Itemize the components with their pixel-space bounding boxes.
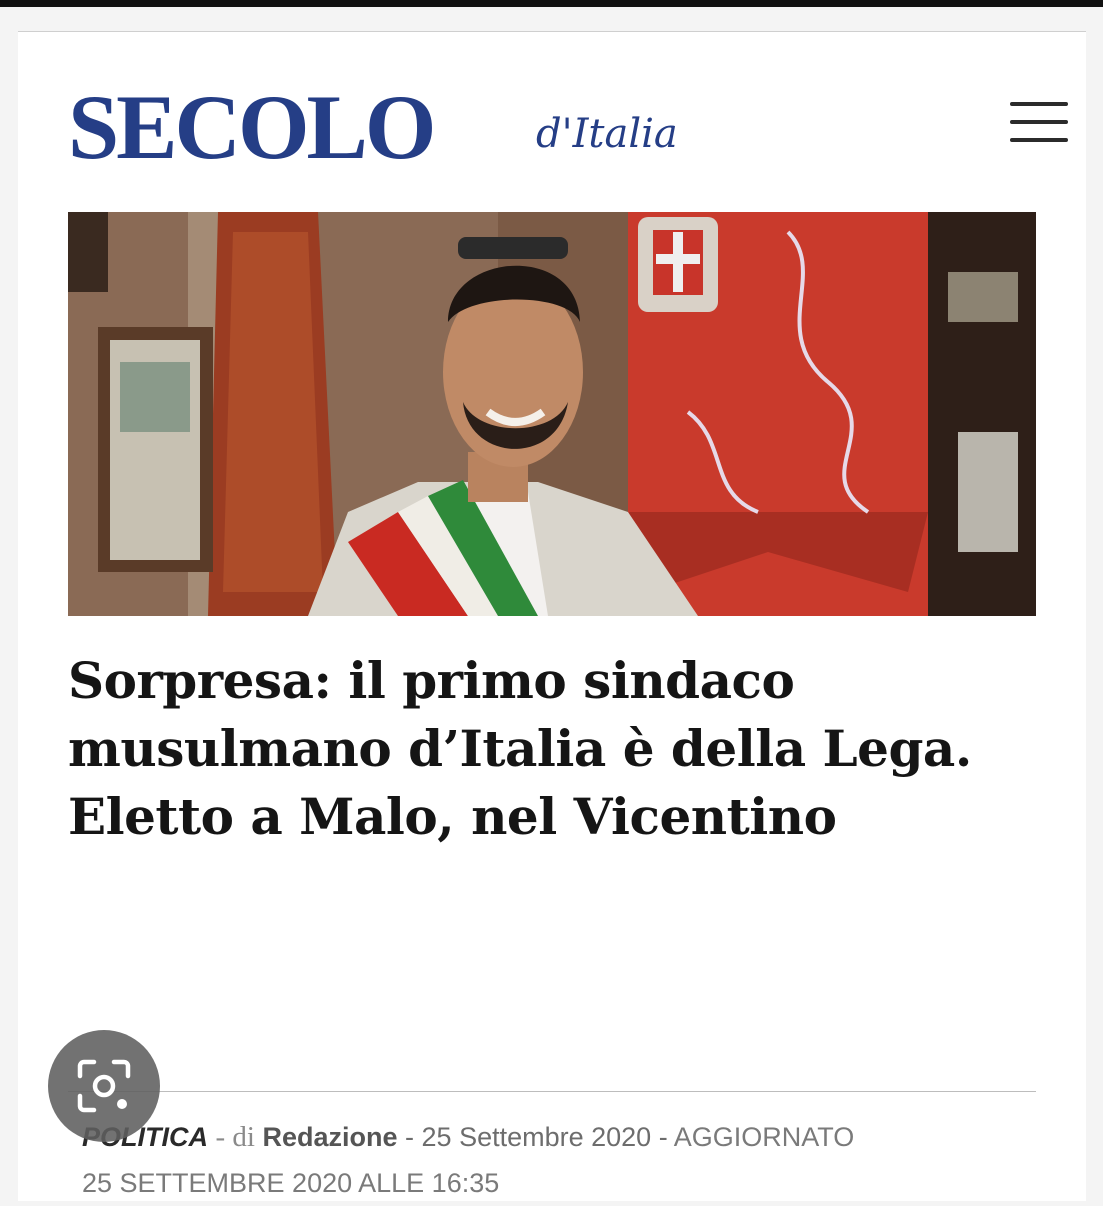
headline-divider [68,1091,1036,1092]
article-headline[interactable]: Sorpresa: il primo sindaco musulmano d’I… [68,647,1028,851]
mayor-photo-illustration [68,212,1036,616]
hamburger-menu-icon [1010,102,1068,106]
site-logo[interactable]: SECOLO [68,72,436,182]
updated-datetime: 25 SETTEMBRE 2020 ALLE 16:35 [82,1168,500,1198]
author-link[interactable]: Redazione [263,1122,398,1152]
article-photo[interactable] [68,212,1036,616]
top-edge-bar [0,0,1103,7]
article-card: SECOLO d'Italia Sorpresa: il primo sinda… [18,31,1086,1201]
visual-search-lens-icon [77,1059,131,1113]
article-byline: POLITICA - di Redazione - 25 Settembre 2… [82,1114,1042,1206]
updated-label: AGGIORNATO [673,1122,855,1152]
publish-date: - 25 Settembre 2020 - [405,1122,668,1152]
byline-prefix: - di [215,1121,255,1153]
menu-button[interactable] [1010,100,1068,144]
masthead: SECOLO d'Italia [68,72,1068,182]
visual-search-button[interactable] [48,1030,160,1142]
site-logo-script: d'Italia [536,111,678,157]
